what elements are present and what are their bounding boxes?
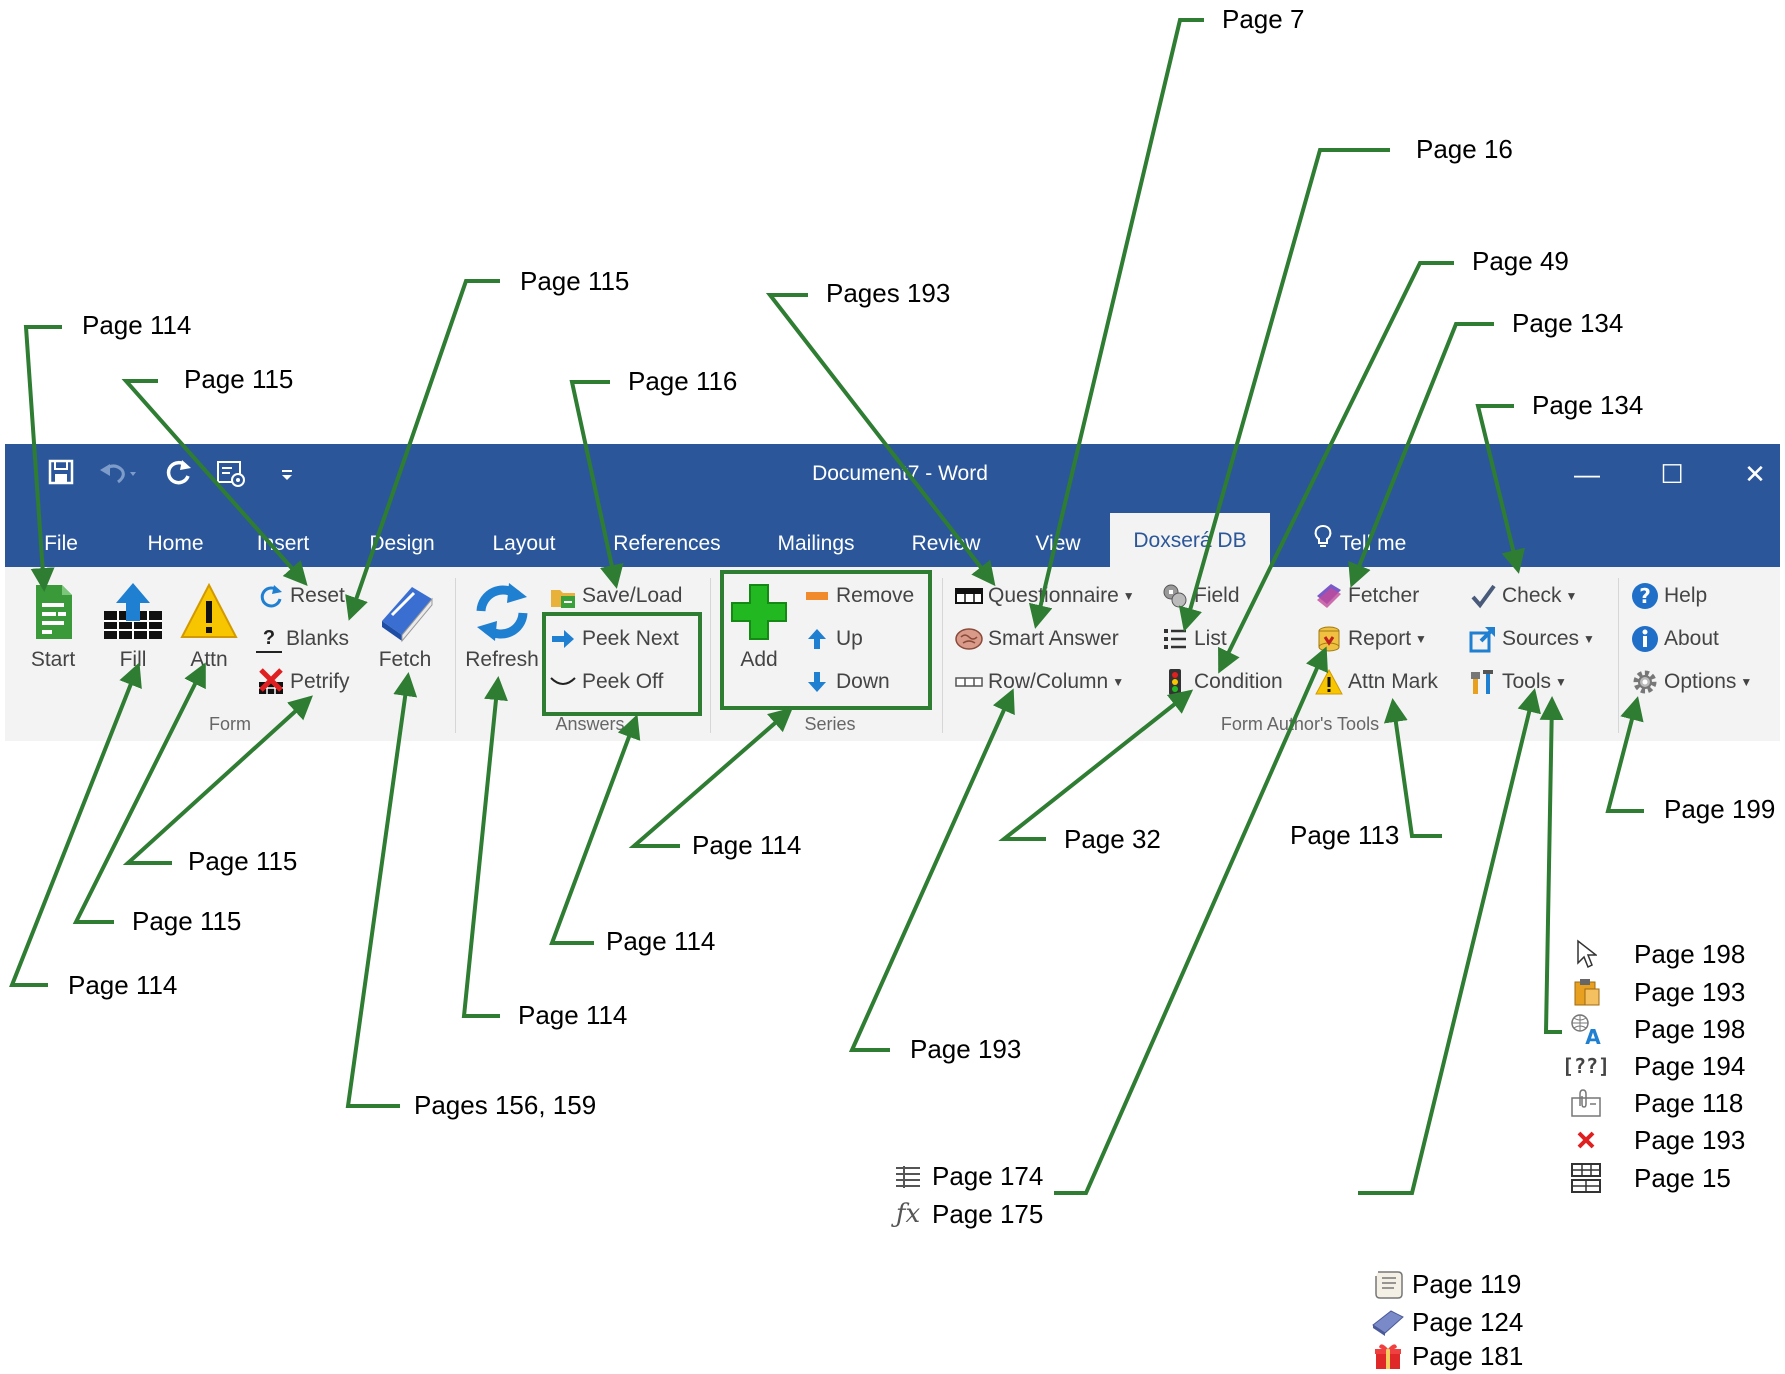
legend-row-page-194: [??] Page 194 bbox=[1561, 1048, 1746, 1084]
arrow-reset bbox=[121, 379, 308, 586]
arrow-blanks bbox=[345, 279, 500, 621]
legend-row-page-198: Page 198 bbox=[1566, 936, 1745, 972]
legend-text: Page 118 bbox=[1634, 1087, 1744, 1118]
table-grid-icon bbox=[1566, 1160, 1606, 1196]
legend-row-page-193b: Page 193 bbox=[1566, 1122, 1745, 1158]
legend-row-page-174: Page 174 bbox=[888, 1158, 1043, 1194]
annotation-fetch: Pages 156, 159 bbox=[414, 1090, 597, 1120]
clipboard-icon bbox=[1566, 974, 1606, 1010]
arrow-petrify bbox=[122, 695, 313, 865]
arrow-series bbox=[628, 707, 794, 848]
legend-text: Page 174 bbox=[932, 1160, 1044, 1191]
red-x-icon bbox=[1566, 1122, 1606, 1158]
annotation-fill: Page 114 bbox=[68, 970, 178, 1000]
legend-row-page-193: Page 193 bbox=[1566, 974, 1745, 1010]
annotation-series: Page 114 bbox=[692, 830, 802, 860]
annotation-condition: Page 49 bbox=[1472, 246, 1569, 276]
legend-row-page-175: ƒx Page 175 bbox=[888, 1196, 1043, 1232]
pointer-icon bbox=[1566, 936, 1606, 972]
annotation-questionnaire: Pages 193 bbox=[826, 278, 951, 308]
bracket-question-icon: [??] bbox=[1561, 1054, 1611, 1078]
annotation-field: Page 7 bbox=[1222, 4, 1305, 34]
annotation-options: Page 199 bbox=[1664, 794, 1776, 824]
scroll-icon bbox=[1368, 1266, 1408, 1302]
legend-row-page-118: Page 118 bbox=[1566, 1085, 1743, 1121]
arrow-check bbox=[1475, 404, 1525, 574]
arrow-save-load bbox=[569, 380, 624, 589]
annotation-start: Page 114 bbox=[82, 310, 192, 340]
arrow-report-submenu bbox=[1358, 688, 1541, 1195]
legend-row-page-124: Page 124 bbox=[1368, 1304, 1523, 1340]
arrow-fill bbox=[9, 662, 142, 987]
arrow-field bbox=[1028, 18, 1204, 629]
legend-row-page-181: Page 181 bbox=[1368, 1338, 1523, 1374]
book-small-icon bbox=[1368, 1304, 1408, 1340]
arrow-fetcher bbox=[1348, 322, 1494, 588]
paperclip-icon bbox=[1566, 1085, 1606, 1121]
legend-row-page-198b: A Page 198 bbox=[1566, 1011, 1745, 1047]
annotation-fetcher: Page 134 bbox=[1512, 308, 1624, 338]
arrow-fetch bbox=[345, 672, 418, 1108]
legend-text: Page 193 bbox=[1634, 976, 1746, 1007]
legend-text: Page 198 bbox=[1634, 938, 1746, 969]
arrow-condition bbox=[1218, 261, 1454, 674]
annotation-attn: Page 115 bbox=[132, 906, 242, 936]
annotation-refresh: Page 114 bbox=[518, 1000, 628, 1030]
legend-text: Page 193 bbox=[1634, 1124, 1746, 1155]
legend-text: Page 194 bbox=[1634, 1050, 1746, 1081]
gift-icon bbox=[1368, 1338, 1408, 1374]
arrow-row-column bbox=[998, 689, 1194, 841]
arrow-smart-answer bbox=[848, 688, 1015, 1052]
globe-language-icon: A bbox=[1566, 1011, 1606, 1047]
legend-row-page-119: Page 119 bbox=[1368, 1266, 1521, 1302]
legend-text: Page 181 bbox=[1412, 1340, 1524, 1371]
arrow-tools-submenu bbox=[1539, 696, 1564, 1034]
arrow-peek bbox=[549, 714, 641, 945]
arrow-start bbox=[23, 325, 62, 592]
annotation-peek: Page 114 bbox=[606, 926, 716, 956]
legend-text: Page 15 bbox=[1634, 1162, 1731, 1193]
function-fx-icon: ƒx bbox=[895, 1199, 921, 1229]
annotation-save-load: Page 116 bbox=[628, 366, 738, 396]
svg-text:A: A bbox=[1585, 1025, 1601, 1046]
legend-row-page-15: Page 15 bbox=[1566, 1160, 1731, 1196]
annotation-list: Page 16 bbox=[1416, 134, 1513, 164]
arrow-attn bbox=[72, 662, 206, 924]
arrow-questionnaire bbox=[765, 293, 996, 587]
arrow-attn-mark bbox=[1383, 698, 1442, 838]
legend-text: Page 198 bbox=[1634, 1013, 1746, 1044]
annotation-smart-answer: Page 193 bbox=[910, 1034, 1022, 1064]
annotation-reset: Page 115 bbox=[184, 364, 294, 394]
arrow-options bbox=[1605, 696, 1644, 813]
legend-text: Page 119 bbox=[1412, 1268, 1522, 1299]
annotation-attn-mark: Page 113 bbox=[1290, 820, 1400, 850]
annotation-row-column: Page 32 bbox=[1064, 824, 1161, 854]
arrow-refresh bbox=[461, 676, 508, 1018]
legend-text: Page 124 bbox=[1412, 1306, 1524, 1337]
legend-text: Page 175 bbox=[932, 1198, 1044, 1229]
rows-icon bbox=[888, 1158, 928, 1194]
annotation-blanks: Page 115 bbox=[520, 266, 630, 296]
annotation-petrify: Page 115 bbox=[188, 846, 298, 876]
arrow-row-column-submenu bbox=[1054, 646, 1328, 1195]
annotation-check: Page 134 bbox=[1532, 390, 1644, 420]
